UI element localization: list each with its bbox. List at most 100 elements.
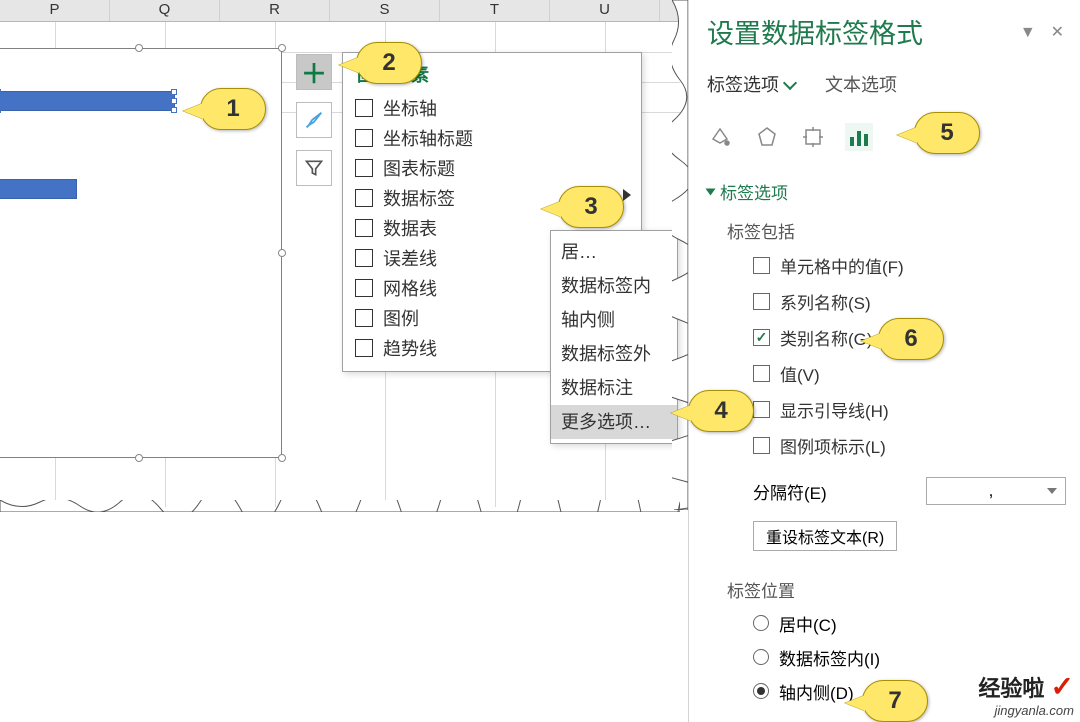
panel-category-icons <box>707 123 1066 151</box>
resize-handle[interactable] <box>135 44 143 52</box>
label-position-label: 标签位置 <box>727 577 1066 602</box>
submenu-item-inside-base[interactable]: 轴内侧 <box>551 303 677 337</box>
radio-center[interactable]: 居中(C) <box>753 606 1066 640</box>
checkbox-value[interactable]: 值(V) <box>753 355 1066 391</box>
panel-section-label-options: 标签选项 标签包括 单元格中的值(F) 系列名称(S) ✓类别名称(G) 值(V… <box>707 179 1066 708</box>
torn-edge-right <box>672 0 688 510</box>
annotation-callout: 6 <box>878 318 944 360</box>
checkbox-icon <box>753 293 770 310</box>
section-title[interactable]: 标签选项 <box>707 179 788 204</box>
checkbox-icon <box>355 279 373 297</box>
panel-menu-icon[interactable]: ▼ ✕ <box>1020 22 1066 42</box>
checkbox-icon <box>355 309 373 327</box>
annotation-callout: 4 <box>688 390 754 432</box>
caret-down-icon <box>1047 488 1057 494</box>
col-header[interactable]: Q <box>110 0 220 21</box>
col-header[interactable]: T <box>440 0 550 21</box>
radio-inside-end[interactable]: 数据标签内(I) <box>753 640 1066 674</box>
label-options-icon[interactable] <box>845 123 873 151</box>
separator-row: 分隔符(E) , <box>753 477 1066 505</box>
labels-include-label: 标签包括 <box>727 218 1066 243</box>
submenu-item-center[interactable]: 居… <box>551 235 677 269</box>
chart-styles-button[interactable] <box>296 102 332 138</box>
col-header[interactable]: S <box>330 0 440 21</box>
submenu-item-data-callout[interactable]: 数据标注 <box>551 371 677 405</box>
plus-icon: ＋ <box>301 54 327 91</box>
flyout-label: 数据表 <box>383 215 437 241</box>
annotation-callout: 7 <box>862 680 928 722</box>
checkbox-icon <box>355 99 373 117</box>
col-header[interactable]: R <box>220 0 330 21</box>
watermark-url: jingyanla.com <box>978 703 1074 718</box>
format-data-labels-panel: 设置数据标签格式 ▼ ✕ 标签选项 文本选项 标签选项 标签包括 单元格中的值(… <box>688 0 1080 722</box>
checkbox-icon <box>355 159 373 177</box>
flyout-label: 趋势线 <box>383 335 437 361</box>
resize-handle[interactable] <box>278 249 286 257</box>
chevron-right-icon <box>623 189 631 201</box>
separator-select[interactable]: , <box>926 477 1066 505</box>
radio-label: 数据标签内(I) <box>779 645 880 670</box>
tab-text-options[interactable]: 文本选项 <box>825 71 897 97</box>
flyout-item-chart-title[interactable]: 图表标题 <box>355 153 637 183</box>
checkbox-series-name[interactable]: 系列名称(S) <box>753 283 1066 319</box>
checkbox-icon <box>753 437 770 454</box>
chart-bar[interactable] <box>0 179 77 199</box>
checkbox-icon: ✓ <box>753 329 770 346</box>
reset-label-text-button[interactable]: 重设标签文本(R) <box>753 521 897 551</box>
funnel-icon <box>304 158 324 178</box>
watermark-text: 经验啦 <box>978 676 1044 701</box>
checkbox-icon <box>753 365 770 382</box>
data-labels-submenu: 居… 数据标签内 轴内侧 数据标签外 数据标注 更多选项… <box>550 230 678 444</box>
col-header[interactable]: U <box>550 0 660 21</box>
resize-handle[interactable] <box>135 454 143 462</box>
column-headers: P Q R S T U <box>0 0 680 22</box>
flyout-item-axis-titles[interactable]: 坐标轴标题 <box>355 123 637 153</box>
panel-title: 设置数据标签格式 <box>707 12 1066 51</box>
checkbox-label: 显示引导线(H) <box>780 397 889 422</box>
effects-icon[interactable] <box>753 123 781 151</box>
submenu-item-outside-end[interactable]: 数据标签外 <box>551 337 677 371</box>
fill-line-icon[interactable] <box>707 123 735 151</box>
flyout-label: 坐标轴标题 <box>383 125 473 151</box>
panel-tabs: 标签选项 文本选项 <box>707 71 1066 97</box>
separator-value: , <box>935 481 1047 501</box>
triangle-down-icon <box>706 188 716 195</box>
chart-side-buttons: ＋ <box>296 54 332 198</box>
checkbox-legend-key[interactable]: 图例项标示(L) <box>753 427 1066 463</box>
watermark: 经验啦 ✓ jingyanla.com <box>978 670 1074 718</box>
flyout-label: 图表标题 <box>383 155 455 181</box>
flyout-label: 坐标轴 <box>383 95 437 121</box>
chart-elements-button[interactable]: ＋ <box>296 54 332 90</box>
section-title-text: 标签选项 <box>720 179 788 204</box>
radio-label: 居中(C) <box>779 611 837 636</box>
annotation-callout: 2 <box>356 42 422 84</box>
checkbox-icon <box>355 249 373 267</box>
separator-label: 分隔符(E) <box>753 479 827 504</box>
tab-label-options[interactable]: 标签选项 <box>707 71 795 97</box>
chart-filter-button[interactable] <box>296 150 332 186</box>
submenu-item-inside-end[interactable]: 数据标签内 <box>551 269 677 303</box>
col-header[interactable]: P <box>0 0 110 21</box>
tab-label: 标签选项 <box>707 71 779 97</box>
checkbox-leader-lines[interactable]: 显示引导线(H) <box>753 391 1066 427</box>
checkbox-icon <box>355 129 373 147</box>
chart-bar[interactable] <box>0 91 175 111</box>
checkbox-label: 值(V) <box>780 361 820 386</box>
checkbox-label: 系列名称(S) <box>780 289 871 314</box>
size-properties-icon[interactable] <box>799 123 827 151</box>
checkbox-label: 图例项标示(L) <box>780 433 886 458</box>
torn-edge-bottom <box>0 500 680 512</box>
flyout-label: 图例 <box>383 305 419 331</box>
resize-handle[interactable] <box>278 44 286 52</box>
checkbox-icon <box>355 189 373 207</box>
checkbox-icon <box>355 219 373 237</box>
submenu-item-more-options[interactable]: 更多选项… <box>551 405 677 439</box>
checkbox-cell-value[interactable]: 单元格中的值(F) <box>753 247 1066 283</box>
checkbox-label: 单元格中的值(F) <box>780 253 904 278</box>
annotation-callout: 3 <box>558 186 624 228</box>
flyout-item-axes[interactable]: 坐标轴 <box>355 93 637 123</box>
radio-icon <box>753 649 769 665</box>
radio-icon <box>753 615 769 631</box>
check-icon: ✓ <box>1051 671 1074 702</box>
resize-handle[interactable] <box>278 454 286 462</box>
